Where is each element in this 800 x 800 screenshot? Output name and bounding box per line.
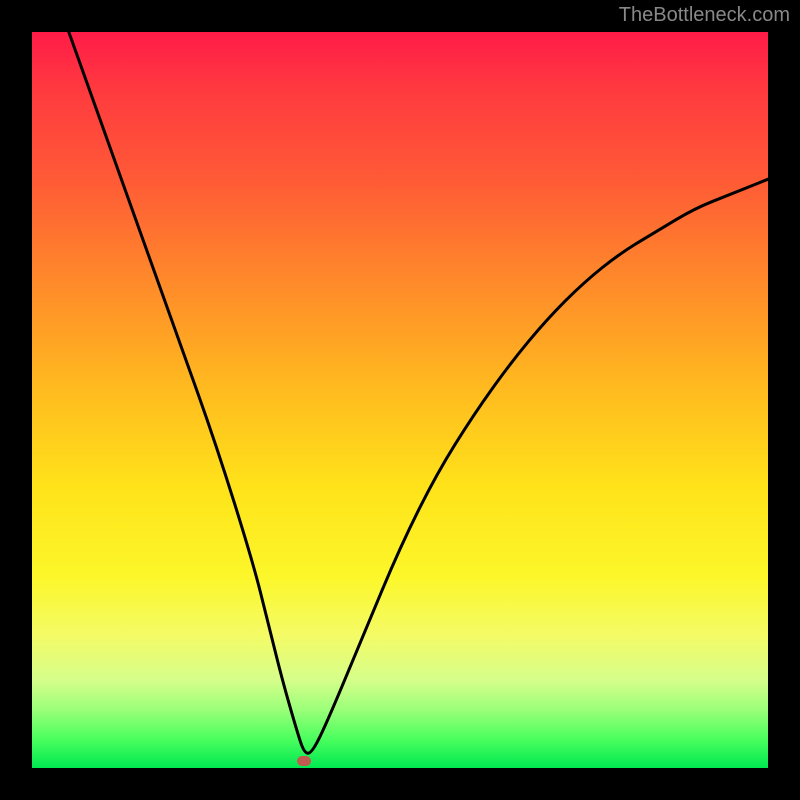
chart-frame: TheBottleneck.com	[0, 0, 800, 800]
optimum-marker	[297, 756, 311, 766]
watermark: TheBottleneck.com	[619, 4, 790, 27]
curve-path	[69, 32, 768, 753]
bottleneck-curve	[32, 32, 768, 768]
plot-area	[32, 32, 768, 768]
